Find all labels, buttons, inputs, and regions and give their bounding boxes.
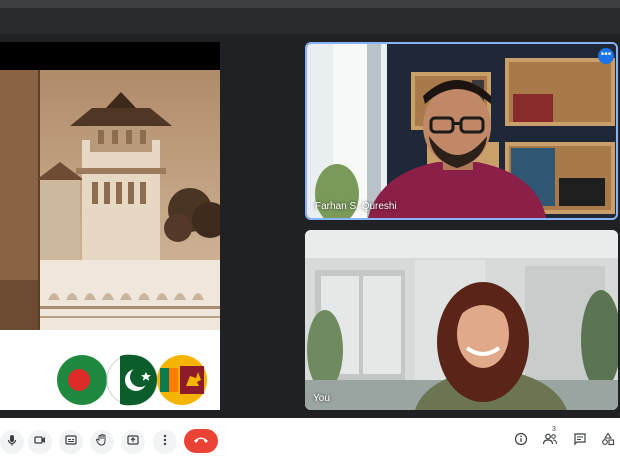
remote-video-frame — [307, 44, 616, 218]
present-screen-button[interactable] — [121, 430, 145, 454]
presentation-tile — [0, 42, 220, 410]
participant-count-badge: 3 — [552, 426, 556, 433]
people-button[interactable] — [541, 432, 559, 450]
bangladesh-flag-icon — [57, 355, 107, 405]
self-video-frame — [305, 230, 618, 410]
slide-flags-panel — [0, 330, 220, 410]
info-icon — [514, 432, 528, 451]
camera-icon — [33, 433, 47, 452]
raise-hand-icon — [95, 433, 109, 452]
camera-button[interactable] — [28, 430, 52, 454]
captions-icon — [64, 433, 78, 452]
top-strip — [0, 8, 620, 34]
present-screen-icon — [126, 433, 140, 452]
self-name-label: You — [313, 393, 330, 404]
participant-name-label: Farhan S. Qureshi — [315, 201, 397, 212]
end-call-button[interactable] — [184, 429, 218, 453]
mic-button[interactable] — [0, 430, 24, 454]
mic-icon — [5, 433, 19, 452]
chat-icon — [573, 432, 587, 451]
pakistan-flag-icon — [106, 354, 158, 406]
activities-icon — [601, 432, 615, 451]
chat-button[interactable] — [571, 432, 589, 450]
activities-button[interactable] — [599, 432, 617, 450]
top-bar — [0, 0, 620, 8]
meeting-toolbar — [0, 418, 620, 465]
participant-tile-self[interactable]: You — [305, 230, 618, 410]
people-icon — [542, 432, 558, 451]
participant-tile-remote[interactable]: ••• Farhan S. Qureshi — [305, 42, 618, 220]
slide-temple-photo — [0, 70, 220, 330]
tile-more-options-button[interactable]: ••• — [598, 48, 614, 64]
more-options-icon — [158, 433, 172, 452]
sri-lanka-flag-icon — [157, 355, 207, 405]
captions-button[interactable] — [59, 430, 83, 454]
meeting-info-button[interactable] — [512, 432, 530, 450]
raise-hand-button[interactable] — [90, 430, 114, 454]
end-call-icon — [193, 432, 209, 450]
more-options-button[interactable] — [153, 430, 177, 454]
